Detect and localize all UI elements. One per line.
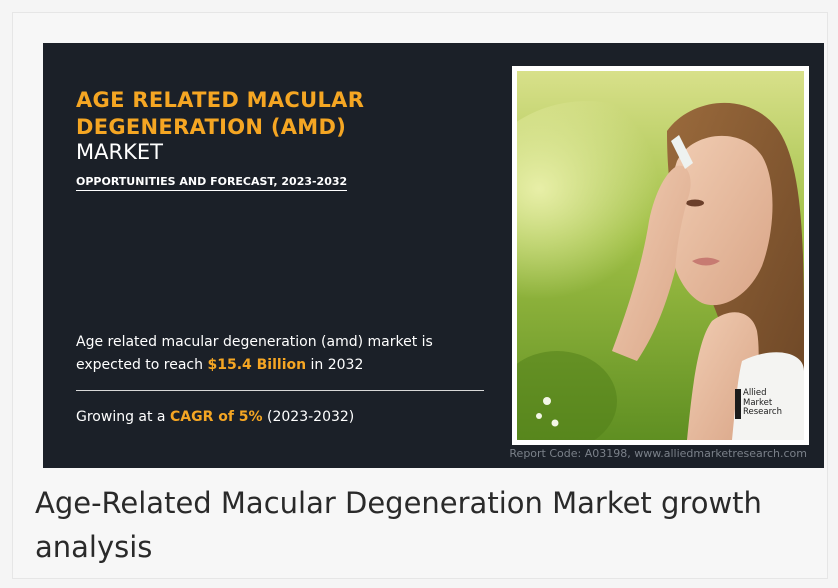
banner-subtitle: OPPORTUNITIES AND FORECAST, 2023-2032 <box>76 175 348 191</box>
woman-eye-drops-photo: Allied Market Research <box>517 71 804 440</box>
banner-divider <box>76 390 484 391</box>
banner-title-line-3: MARKET <box>76 140 163 164</box>
photo-frame: Allied Market Research <box>512 66 809 445</box>
market-value-highlight: $15.4 Billion <box>207 357 307 373</box>
image-caption: Age-Related Macular Degeneration Market … <box>35 486 762 564</box>
image-card: AGE RELATED MACULAR DEGENERATION (AMD) M… <box>12 12 828 579</box>
description-year: in 2032 <box>306 357 364 373</box>
report-code: Report Code: A03198, www.alliedmarketres… <box>509 447 807 460</box>
market-banner: AGE RELATED MACULAR DEGENERATION (AMD) M… <box>43 43 824 468</box>
logo-mark-icon <box>735 389 741 419</box>
market-description: Age related macular degeneration (amd) m… <box>76 331 496 377</box>
logo-text: Allied Market Research <box>743 388 782 418</box>
cagr-text: Growing at a <box>76 409 170 425</box>
allied-market-research-logo: Allied Market Research <box>735 388 782 419</box>
banner-title-line-1: AGE RELATED MACULAR <box>76 88 365 112</box>
banner-title-line-2: DEGENERATION (AMD) <box>76 115 347 139</box>
cagr-statement: Growing at a CAGR of 5% (2023-2032) <box>76 409 354 425</box>
cagr-period: (2023-2032) <box>262 409 355 425</box>
photo-illustration <box>517 71 804 440</box>
logo-line-3: Research <box>743 407 782 417</box>
cagr-highlight: CAGR of 5% <box>169 409 263 425</box>
